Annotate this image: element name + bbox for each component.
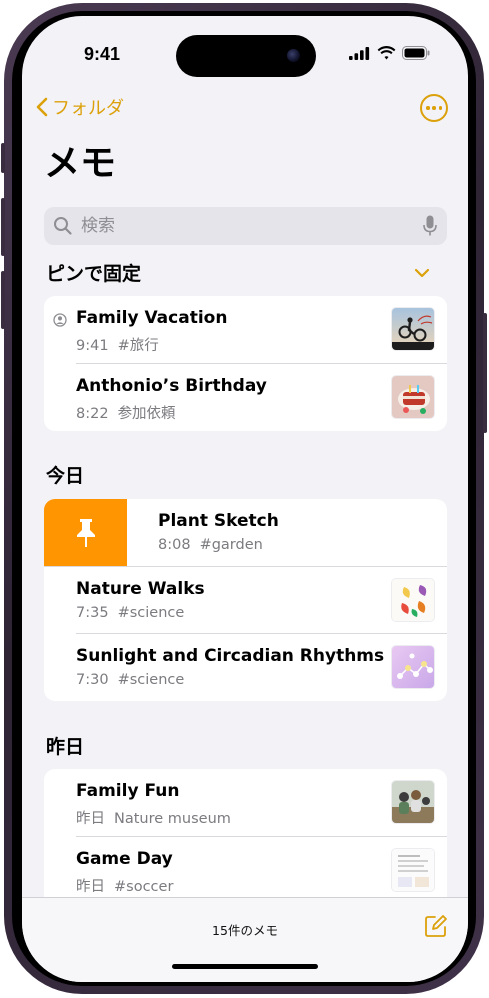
note-title: Sunlight and Circadian Rhythms xyxy=(76,646,385,666)
section-header-pinned[interactable]: ピンで固定 xyxy=(46,259,141,286)
note-row-family-vacation[interactable]: Family Vacation 9:41 #旅行 xyxy=(44,296,447,364)
cellular-signal-icon xyxy=(349,46,370,60)
note-detail: #soccer xyxy=(114,878,174,895)
more-options-button[interactable] xyxy=(420,94,448,122)
page-title: メモ xyxy=(44,143,117,184)
note-detail: 参加依頼 xyxy=(117,405,176,422)
search-icon xyxy=(54,217,72,235)
note-row-family-fun[interactable]: Family Fun 昨日 Nature museum xyxy=(44,769,447,837)
bottom-toolbar: 15件のメモ xyxy=(22,897,468,982)
dynamic-island xyxy=(176,35,316,77)
note-count: 15件のメモ xyxy=(212,923,278,938)
action-button xyxy=(1,143,5,173)
microphone-icon[interactable] xyxy=(423,215,437,237)
camera-icon xyxy=(287,49,300,62)
note-title: Nature Walks xyxy=(76,578,205,599)
note-subtitle: 昨日 Nature museum xyxy=(76,807,231,828)
note-thumbnail-molecules xyxy=(391,645,435,689)
note-time: 7:30 xyxy=(76,672,109,688)
note-row-anthonios-birthday[interactable]: Anthonio’s Birthday 8:22 参加依頼 xyxy=(44,364,447,432)
search-input[interactable] xyxy=(79,215,403,237)
note-subtitle: 9:41 #旅行 xyxy=(76,334,159,355)
battery-icon xyxy=(402,46,430,60)
note-row-nature-walks[interactable]: Nature Walks 7:35 #science xyxy=(44,567,447,634)
note-detail: #garden xyxy=(199,537,263,553)
note-thumbnail-leaves xyxy=(391,577,435,622)
note-title: Family Fun xyxy=(76,781,180,801)
note-subtitle: 8:08 #garden xyxy=(158,537,263,553)
volume-down-button xyxy=(1,271,5,329)
compose-icon[interactable] xyxy=(424,914,448,938)
power-button xyxy=(483,313,487,433)
search-bar[interactable] xyxy=(44,207,447,245)
section-header-yesterday[interactable]: 昨日 xyxy=(46,732,84,759)
note-detail: #science xyxy=(117,672,185,688)
status-time: 9:41 xyxy=(84,44,121,64)
wifi-icon xyxy=(377,46,396,60)
ellipsis-dot xyxy=(438,106,442,110)
note-subtitle: 7:30 #science xyxy=(76,672,184,688)
note-title: Anthonio’s Birthday xyxy=(76,375,267,396)
note-row-plant-sketch[interactable]: Plant Sketch 8:08 #garden xyxy=(44,499,447,567)
navigation-bar: フォルダ xyxy=(22,88,468,128)
home-indicator xyxy=(172,964,318,969)
note-title: Game Day xyxy=(76,848,173,869)
back-button[interactable]: フォルダ xyxy=(36,94,124,120)
pin-icon xyxy=(76,518,95,547)
status-icons xyxy=(349,46,430,60)
section-header-today[interactable]: 今日 xyxy=(46,461,84,488)
volume-up-button xyxy=(1,198,5,256)
pinned-notes-list: Family Vacation 9:41 #旅行 Anthonio’s Birth xyxy=(44,296,447,431)
note-thumbnail-silhouettes xyxy=(391,307,435,351)
note-time: 9:41 xyxy=(76,338,109,354)
note-row-game-day[interactable]: Game Day 昨日 #soccer xyxy=(44,837,447,905)
note-time: 8:08 xyxy=(158,537,191,553)
note-time: 昨日 xyxy=(76,811,105,827)
back-label: フォルダ xyxy=(52,98,124,119)
note-thumbnail-birthday xyxy=(391,374,435,419)
note-title: Family Vacation xyxy=(76,308,228,328)
shared-person-icon xyxy=(53,313,67,327)
note-time: 8:22 xyxy=(76,405,109,422)
note-subtitle: 8:22 参加依頼 xyxy=(76,402,176,423)
note-subtitle: 昨日 #soccer xyxy=(76,875,173,896)
chevron-down-icon[interactable] xyxy=(414,268,430,278)
note-detail: Nature museum xyxy=(114,811,231,827)
pin-action-button[interactable] xyxy=(44,499,127,567)
note-time: 7:35 xyxy=(76,604,109,621)
today-notes-list: Plant Sketch 8:08 #garden Nature Walks 7:… xyxy=(44,499,447,701)
note-detail: #science xyxy=(117,604,185,621)
note-row-sunlight-circadian[interactable]: Sunlight and Circadian Rhythms 7:30 #scie… xyxy=(44,634,447,701)
status-bar: 9:41 xyxy=(22,16,468,77)
note-title: Plant Sketch xyxy=(158,511,279,531)
note-time: 昨日 xyxy=(76,878,105,895)
ellipsis-circle-icon xyxy=(426,106,430,110)
screen: 9:41 フォルダ メモ 検索 ピンで固定 Family Vacation 9:… xyxy=(22,16,468,982)
note-thumbnail-family-photo xyxy=(391,780,435,824)
ellipsis-dot xyxy=(432,106,436,110)
note-thumbnail-game-day xyxy=(391,847,435,892)
chevron-left-icon xyxy=(36,97,48,117)
note-subtitle: 7:35 #science xyxy=(76,605,184,621)
note-detail: #旅行 xyxy=(117,338,159,354)
